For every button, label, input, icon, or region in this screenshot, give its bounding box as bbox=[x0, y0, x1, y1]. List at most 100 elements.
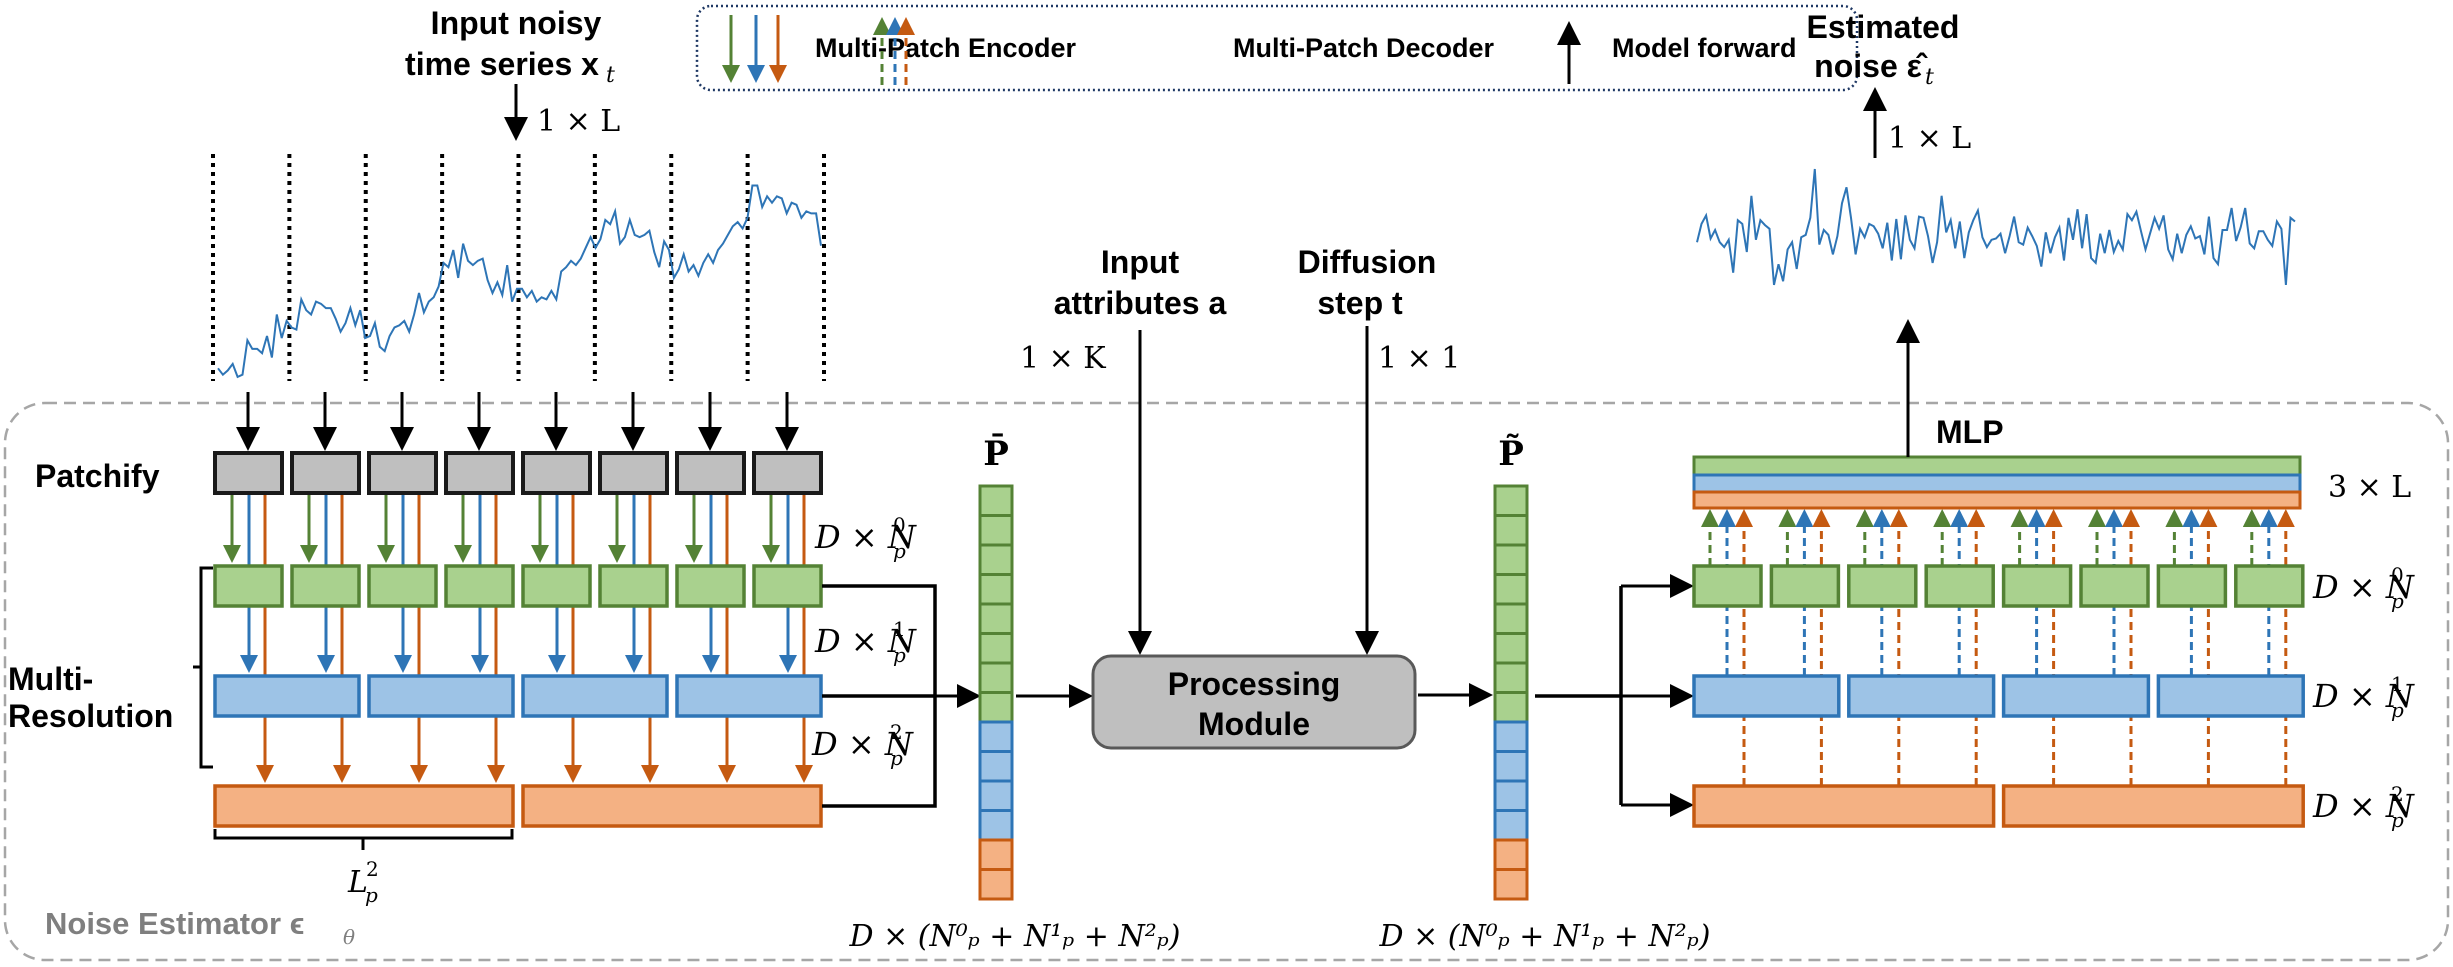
legend-forward-label: Model forward bbox=[1612, 33, 1797, 63]
decoder-level1-box bbox=[1692, 674, 1841, 718]
dec-level2-shape: D × N 2 p bbox=[2312, 782, 2415, 832]
enc-level2-sub: p bbox=[890, 746, 903, 770]
architecture-diagram: Multi-Patch Encoder Multi-Patch Decoder … bbox=[3, 4, 2450, 962]
encoder-level1-box bbox=[213, 674, 361, 718]
output-title-line1: Estimated bbox=[1807, 9, 1960, 45]
mlp-stack bbox=[1692, 455, 2302, 510]
legend: Multi-Patch Encoder Multi-Patch Decoder … bbox=[695, 4, 1859, 92]
processing-line2: Module bbox=[1198, 706, 1310, 742]
decoder-split-connector bbox=[1535, 586, 1623, 805]
token-cell-green bbox=[978, 484, 1014, 517]
enc-level2-sup: 2 bbox=[890, 720, 903, 744]
encoder-level0-box bbox=[521, 564, 592, 608]
patchify-label: Patchify bbox=[35, 458, 160, 494]
token-cell-green bbox=[978, 691, 1014, 724]
encoder-level0-box bbox=[598, 564, 669, 608]
token-cell-blue bbox=[1493, 809, 1529, 842]
decoder-level0-box bbox=[1769, 564, 1841, 608]
token-cell-green bbox=[1493, 661, 1529, 694]
token-cell-blue bbox=[978, 720, 1014, 753]
multi-patch-encoder bbox=[213, 451, 823, 828]
noise-estimator-label: Noise Estimator ϵ bbox=[45, 906, 304, 941]
decoder-level2-box bbox=[1692, 784, 1996, 828]
dec-level2-sub: p bbox=[2391, 808, 2404, 832]
patchify-box bbox=[213, 451, 284, 495]
enc-level1-sub: p bbox=[893, 643, 906, 667]
decoder-level2-box bbox=[2001, 784, 2305, 828]
token-cell-orange bbox=[978, 868, 1014, 901]
encoder-level2-box bbox=[521, 784, 823, 828]
token-cell-orange bbox=[1493, 838, 1529, 871]
token-cell-green bbox=[978, 632, 1014, 665]
attributes-line1: Input bbox=[1101, 244, 1180, 280]
input-title-line2: time series x bbox=[405, 46, 599, 82]
token-cell-orange bbox=[1493, 868, 1529, 901]
p-tilde-shape: D × (N⁰ₚ + N¹ₚ + N²ₚ) bbox=[1379, 919, 1711, 954]
dec-level1-shape: D × N 1 p bbox=[2312, 672, 2415, 722]
decoder-level1-box bbox=[2156, 674, 2305, 718]
encoder-level0-box bbox=[290, 564, 361, 608]
token-cell-blue bbox=[978, 750, 1014, 783]
token-cell-green bbox=[1493, 632, 1529, 665]
decoder-level1-box bbox=[1847, 674, 1996, 718]
encoder-level1-box bbox=[367, 674, 515, 718]
multires-label-line1: Multi- bbox=[8, 661, 93, 697]
p-bar-column bbox=[978, 484, 1014, 901]
enc-level1-shape: D × N 1 p bbox=[814, 617, 917, 667]
mlp-label: MLP bbox=[1936, 414, 2004, 450]
input-shape-label: 1 × L bbox=[537, 104, 620, 139]
patch-length-sub: p bbox=[365, 883, 378, 907]
decoder-level0-box bbox=[2234, 564, 2305, 608]
token-cell-green bbox=[1493, 573, 1529, 606]
output-title-sub: t bbox=[1925, 65, 1934, 90]
attributes-shape: 1 × K bbox=[1020, 341, 1106, 376]
encoder-level0-box bbox=[675, 564, 746, 608]
input-title-sub: t bbox=[606, 63, 615, 88]
encoder-merge-connector bbox=[822, 584, 937, 808]
enc-level0-sup: 0 bbox=[893, 513, 906, 537]
dec-level0-shape: D × N 0 p bbox=[2312, 563, 2415, 613]
diffusion-shape: 1 × 1 bbox=[1378, 341, 1460, 376]
attributes-line2: attributes a bbox=[1054, 285, 1227, 321]
patchify-box bbox=[367, 451, 438, 495]
patch-dividers bbox=[211, 154, 826, 381]
patchify-box bbox=[675, 451, 746, 495]
diffusion-line2: step t bbox=[1317, 285, 1403, 321]
output-shape-label: 1 × L bbox=[1888, 121, 1971, 156]
decoder-level0-box bbox=[1692, 564, 1763, 608]
input-title-line1: Input noisy bbox=[431, 5, 602, 41]
token-cell-green bbox=[1493, 514, 1529, 547]
processing-module: Processing Module bbox=[1091, 654, 1417, 750]
patch-length-label: L 2 p bbox=[347, 857, 379, 907]
token-cell-green bbox=[978, 573, 1014, 606]
p-tilde-column bbox=[1493, 484, 1529, 901]
patchify-box bbox=[290, 451, 361, 495]
encoder-level0-box bbox=[367, 564, 438, 608]
dec-level2-sup: 2 bbox=[2391, 782, 2404, 806]
encoder-level1-box bbox=[521, 674, 669, 718]
patchify-box bbox=[598, 451, 669, 495]
input-title: Input noisy time series x t bbox=[405, 5, 615, 88]
decoder-level0-box bbox=[1924, 564, 1995, 608]
token-cell-blue bbox=[1493, 720, 1529, 753]
token-cell-orange bbox=[978, 838, 1014, 871]
mlp-blue-bar bbox=[1692, 473, 2302, 494]
encoder-level1-box bbox=[675, 674, 823, 718]
dec-level0-sup: 0 bbox=[2391, 563, 2404, 587]
encoder-level0-box bbox=[444, 564, 515, 608]
dec-level1-sub: p bbox=[2391, 698, 2404, 722]
encoder-level0-box bbox=[752, 564, 823, 608]
decoder-level0-box bbox=[2079, 564, 2150, 608]
patch-length-brace bbox=[213, 829, 514, 850]
output-title-line2: noise ε̂ bbox=[1814, 48, 1928, 84]
patchify-box bbox=[752, 451, 823, 495]
token-cell-green bbox=[978, 661, 1014, 694]
mlp-green-bar bbox=[1692, 455, 2302, 477]
dec-level1-sup: 1 bbox=[2391, 672, 2404, 696]
encoder-level0-box bbox=[213, 564, 284, 608]
patch-length-sup: 2 bbox=[366, 857, 379, 881]
patchify-box bbox=[521, 451, 592, 495]
legend-decoder-label: Multi-Patch Decoder bbox=[1233, 33, 1495, 63]
dec-level0-sub: p bbox=[2391, 589, 2404, 613]
mlp-shape: 3 × L bbox=[2328, 470, 2411, 505]
